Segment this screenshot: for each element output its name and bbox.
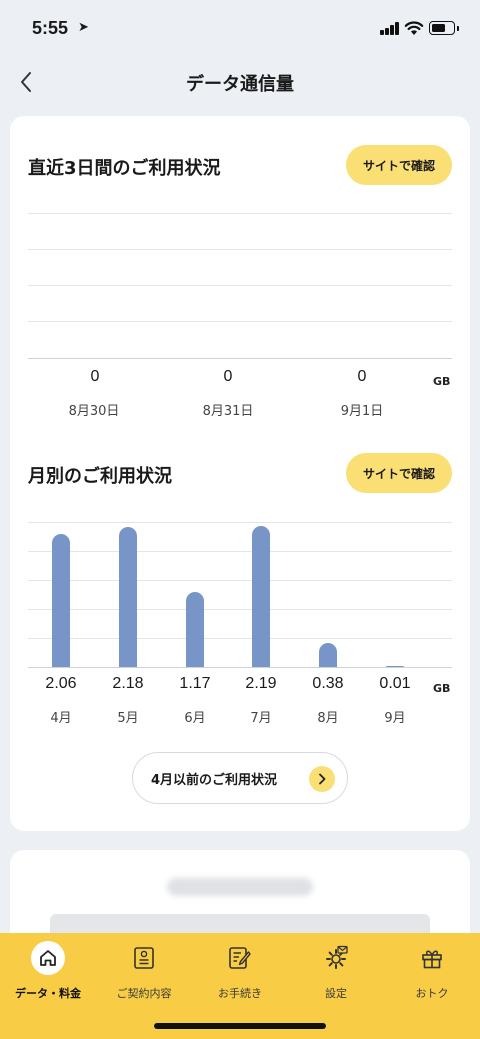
bar-value-label: 2.19 — [245, 675, 277, 692]
recent-usage-grid — [28, 213, 452, 361]
recent-day-1-value: 0 — [90, 368, 100, 385]
home-indicator — [154, 1023, 326, 1029]
home-icon — [31, 941, 65, 975]
tab-label: 設定 — [325, 987, 347, 1000]
recent-day-2-label: 8月31日 — [202, 404, 254, 419]
bar-4月 — [52, 534, 70, 667]
recent-day-1-label: 8月30日 — [68, 404, 120, 419]
tab-label: おトク — [415, 987, 449, 1000]
form-edit-icon — [225, 943, 255, 973]
status-bar: 5:55 ➤ — [0, 0, 480, 56]
battery-icon — [429, 21, 459, 35]
wifi-icon — [404, 21, 424, 35]
monthly-unit: GB — [433, 682, 451, 695]
nav-bar: データ通信量 — [0, 56, 480, 108]
tab-contract[interactable]: ご契約内容 — [96, 933, 192, 1007]
tab-label: データ・料金 — [15, 987, 81, 1000]
bar-value-label: 0.38 — [312, 675, 344, 692]
recent-day-3-value: 0 — [357, 368, 367, 385]
recent-day-2-value: 0 — [223, 368, 233, 385]
phone-number-masked — [167, 878, 313, 896]
bar-6月 — [186, 591, 204, 667]
bar-9月 — [386, 666, 404, 667]
chevron-right-icon — [309, 766, 335, 792]
recent-day-3-label: 9月1日 — [340, 404, 384, 419]
recent-unit: GB — [433, 375, 451, 388]
tab-settings[interactable]: 設定 — [288, 933, 384, 1007]
usage-card: 直近3日間のご利用状況 サイトで確認 0 0 0 GB 8月30日 8月31日 … — [10, 116, 470, 831]
bar-7月 — [252, 525, 270, 667]
tab-label: ご契約内容 — [116, 987, 172, 1000]
gear-icon — [321, 943, 351, 973]
bar-value-label: 2.18 — [112, 675, 144, 692]
history-usage-button[interactable]: 4月以前のご利用状況 — [132, 752, 348, 804]
tab-label: お手続き — [218, 987, 262, 1000]
recent-usage-title: 直近3日間のご利用状況 — [28, 158, 221, 179]
tab-procedures[interactable]: お手続き — [192, 933, 288, 1007]
page-title: データ通信量 — [186, 74, 294, 95]
bar-8月 — [319, 642, 337, 667]
cellular-signal-icon — [380, 22, 400, 35]
contract-icon — [129, 943, 159, 973]
gift-icon — [417, 943, 447, 973]
bar-value-label: 0.01 — [379, 675, 411, 692]
recent-site-confirm-button[interactable]: サイトで確認 — [346, 145, 452, 185]
history-usage-label: 4月以前のご利用状況 — [151, 772, 278, 788]
bar-value-label: 2.06 — [45, 675, 77, 692]
monthly-site-confirm-button[interactable]: サイトで確認 — [346, 453, 452, 493]
monthly-chart — [28, 522, 452, 669]
tab-data-fee[interactable]: データ・料金 — [0, 933, 96, 1007]
location-arrow-icon: ➤ — [78, 20, 89, 35]
monthly-usage-title: 月別のご利用状況 — [28, 466, 172, 487]
bar-category-label: 9月 — [384, 711, 406, 726]
bar-5月 — [119, 526, 137, 667]
bar-value-label: 1.17 — [179, 675, 211, 692]
tab-deals[interactable]: おトク — [384, 933, 480, 1007]
status-time: 5:55 — [32, 18, 69, 38]
